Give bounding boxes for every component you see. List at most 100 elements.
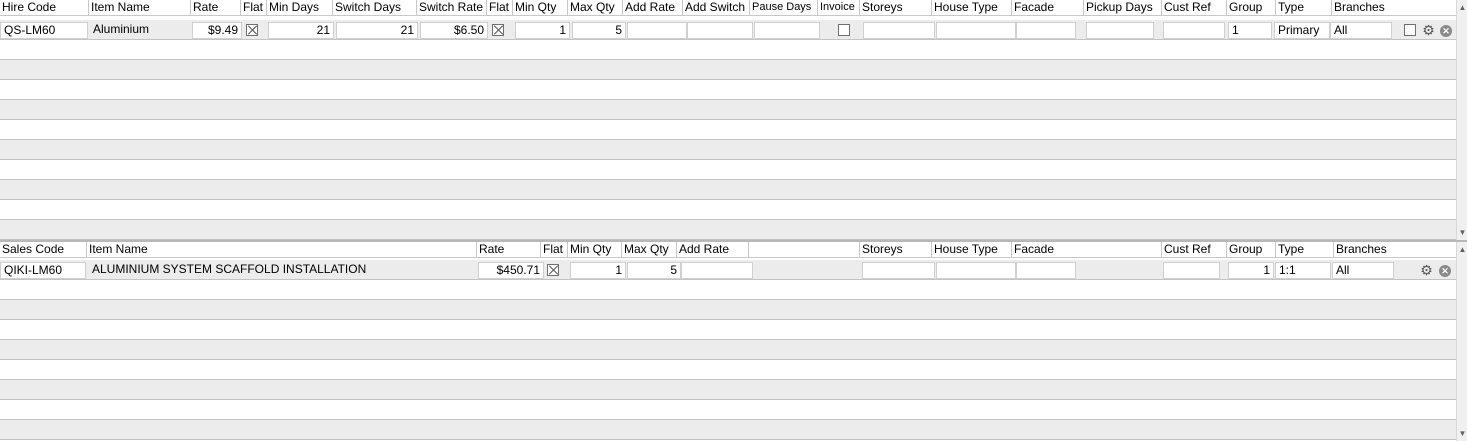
hire-col-min-days[interactable]: Min Days	[266, 0, 332, 16]
sales-col-storeys[interactable]: Storeys	[859, 242, 931, 258]
sales-empty-row	[0, 360, 1456, 380]
sales-empty-row	[0, 320, 1456, 340]
sales-empty-row	[0, 420, 1456, 440]
hire-table-row[interactable]: QS-LM60 Aluminium $9.49 21 21 $6.50 1 5 …	[0, 20, 1456, 40]
hire-col-code[interactable]: Hire Code	[0, 0, 88, 16]
sales-col-add-rate[interactable]: Add Rate	[676, 242, 748, 258]
sales-storeys-field[interactable]	[862, 262, 935, 279]
hire-pause-days-field[interactable]	[754, 22, 820, 39]
sales-type-select[interactable]: 1:1	[1275, 262, 1331, 279]
sales-col-group[interactable]: Group	[1226, 242, 1275, 258]
hire-col-add-rate[interactable]: Add Rate	[622, 0, 682, 16]
hire-vertical-scrollbar[interactable]: ▲ ▼	[1456, 0, 1467, 240]
sales-empty-row	[0, 380, 1456, 400]
hire-max-qty-field[interactable]: 5	[572, 22, 626, 39]
hire-type-select[interactable]: Primary	[1274, 22, 1330, 39]
sales-col-branches[interactable]: Branches	[1333, 242, 1456, 258]
hire-col-max-qty[interactable]: Max Qty	[567, 0, 622, 16]
hire-row-select-checkbox[interactable]	[1404, 24, 1416, 36]
gear-icon[interactable]: ⚙	[1419, 263, 1434, 278]
sales-branches-select[interactable]: All	[1332, 262, 1394, 279]
hire-pickup-days-field[interactable]	[1086, 22, 1154, 39]
hire-switch-rate-field[interactable]: $6.50	[420, 22, 488, 39]
sales-empty-row	[0, 340, 1456, 360]
hire-min-qty-field[interactable]: 1	[515, 22, 570, 39]
hire-storeys-field[interactable]	[863, 22, 935, 39]
hire-col-switch-days[interactable]: Switch Days	[332, 0, 416, 16]
sales-col-flat[interactable]: Flat	[540, 242, 567, 258]
hire-group-field[interactable]: 1	[1228, 22, 1272, 39]
hire-col-house-type[interactable]: House Type	[931, 0, 1011, 16]
hire-col-cust-ref[interactable]: Cust Ref	[1161, 0, 1226, 16]
arrow-down-icon[interactable]: ▼	[1457, 227, 1467, 238]
hire-min-days-field[interactable]: 21	[268, 22, 334, 39]
hire-col-branches[interactable]: Branches	[1331, 0, 1456, 16]
sales-rate-field[interactable]: $450.71	[478, 262, 544, 279]
close-circle-icon[interactable]: ✕	[1440, 25, 1452, 37]
hire-flat-2-checkbox[interactable]	[492, 24, 504, 36]
hire-empty-row	[0, 140, 1456, 160]
hire-empty-row	[0, 100, 1456, 120]
hire-grid: Hire Code Item Name Rate Flat Min Days S…	[0, 0, 1467, 241]
sales-max-qty-field[interactable]: 5	[627, 262, 681, 279]
hire-col-item-name[interactable]: Item Name	[88, 0, 190, 16]
sales-header-row: Sales Code Item Name Rate Flat Min Qty M…	[0, 242, 1456, 258]
hire-col-pickup-days[interactable]: Pickup Days	[1083, 0, 1161, 16]
hire-col-rate[interactable]: Rate	[190, 0, 240, 16]
hire-rate-field[interactable]: $9.49	[192, 22, 242, 39]
sales-col-rate[interactable]: Rate	[476, 242, 540, 258]
hire-empty-row	[0, 200, 1456, 220]
hire-empty-row	[0, 220, 1456, 240]
sales-house-type-field[interactable]	[936, 262, 1016, 279]
hire-cust-ref-field[interactable]	[1163, 22, 1225, 39]
sales-table-row[interactable]: QIKI-LM60 ALUMINIUM SYSTEM SCAFFOLD INST…	[0, 260, 1456, 280]
hire-col-switch-rate[interactable]: Switch Rate	[416, 0, 486, 16]
sales-col-item-name[interactable]: Item Name	[86, 242, 476, 258]
hire-col-group[interactable]: Group	[1226, 0, 1275, 16]
arrow-up-icon[interactable]: ▲	[1457, 244, 1467, 255]
hire-col-storeys[interactable]: Storeys	[859, 0, 931, 16]
hire-facade-field[interactable]	[1016, 22, 1076, 39]
sales-min-qty-field[interactable]: 1	[570, 262, 626, 279]
arrow-down-icon[interactable]: ▼	[1457, 428, 1467, 439]
gear-icon[interactable]: ⚙	[1421, 23, 1436, 38]
sales-grid: Sales Code Item Name Rate Flat Min Qty M…	[0, 242, 1467, 443]
sales-empty-row	[0, 280, 1456, 300]
hire-house-type-field[interactable]	[936, 22, 1016, 39]
hire-flat-checkbox[interactable]	[246, 24, 258, 36]
sales-group-field[interactable]: 1	[1228, 262, 1274, 279]
hire-code-field[interactable]: QS-LM60	[0, 22, 88, 39]
hire-add-switch-field[interactable]	[687, 22, 753, 39]
sales-col-type[interactable]: Type	[1275, 242, 1333, 258]
sales-flat-checkbox[interactable]	[547, 264, 559, 276]
hire-col-min-qty[interactable]: Min Qty	[512, 0, 567, 16]
arrow-up-icon[interactable]: ▲	[1457, 2, 1467, 13]
sales-cust-ref-field[interactable]	[1163, 262, 1220, 279]
hire-col-facade[interactable]: Facade	[1011, 0, 1083, 16]
hire-col-flat-2[interactable]: Flat	[486, 0, 512, 16]
hire-col-type[interactable]: Type	[1275, 0, 1331, 16]
hire-add-rate-field[interactable]	[627, 22, 687, 39]
sales-code-field[interactable]: QIKI-LM60	[0, 262, 86, 279]
sales-col-min-qty[interactable]: Min Qty	[567, 242, 621, 258]
sales-col-facade[interactable]: Facade	[1011, 242, 1161, 258]
sales-vertical-scrollbar[interactable]: ▲ ▼	[1456, 242, 1467, 441]
close-circle-icon[interactable]: ✕	[1439, 265, 1451, 277]
hire-empty-row	[0, 160, 1456, 180]
hire-col-flat[interactable]: Flat	[240, 0, 266, 16]
hire-col-invoice[interactable]: Invoice	[817, 0, 859, 16]
hire-branches-select[interactable]: All	[1330, 22, 1392, 39]
sales-item-name: ALUMINIUM SYSTEM SCAFFOLD INSTALLATION	[92, 262, 367, 276]
sales-col-house-type[interactable]: House Type	[931, 242, 1011, 258]
sales-col-cust-ref[interactable]: Cust Ref	[1161, 242, 1226, 258]
hire-invoice-checkbox[interactable]	[838, 24, 850, 36]
hire-col-pause-days[interactable]: Pause Days	[749, 0, 817, 16]
hire-switch-days-field[interactable]: 21	[336, 22, 418, 39]
hire-header-row: Hire Code Item Name Rate Flat Min Days S…	[0, 0, 1456, 16]
sales-facade-field[interactable]	[1016, 262, 1076, 279]
sales-col-max-qty[interactable]: Max Qty	[621, 242, 676, 258]
sales-add-rate-field[interactable]	[681, 262, 753, 279]
hire-empty-row	[0, 180, 1456, 200]
hire-col-add-switch[interactable]: Add Switch	[682, 0, 749, 16]
sales-col-code[interactable]: Sales Code	[0, 242, 86, 258]
